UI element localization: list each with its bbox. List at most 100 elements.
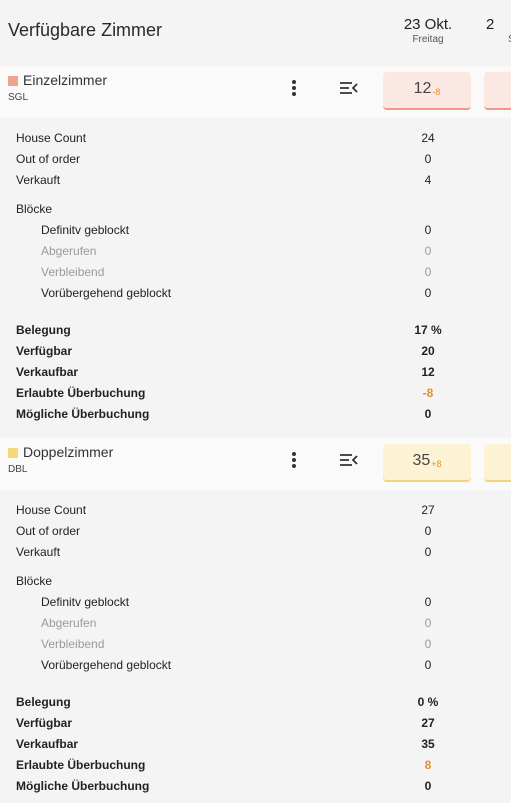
metric-label: Verkauft	[16, 173, 61, 187]
metric-row-verbleibend: Verbleibend 0	[0, 262, 511, 282]
availability-tile[interactable]: 35+8	[383, 444, 471, 482]
available-count: 12	[413, 80, 432, 97]
metric-row-house-count: House Count 27	[0, 500, 511, 520]
metric-row-verbleibend: Verbleibend 0	[0, 634, 511, 654]
metric-row-mögliche-überbuchung: Mögliche Überbuchung 0	[0, 404, 511, 424]
room-code: SGL	[8, 92, 29, 103]
metric-row-abgerufen: Abgerufen 0	[0, 613, 511, 633]
metric-row-belegung: Belegung 0 %	[0, 692, 511, 712]
available-delta: -8	[432, 87, 441, 97]
metric-label: Belegung	[16, 323, 71, 337]
metric-row-verkaufbar: Verkaufbar 12	[0, 362, 511, 382]
metric-value: -8	[422, 386, 434, 400]
room-name: Einzelzimmer	[23, 72, 108, 88]
metric-row-verkauft: Verkauft 0	[0, 542, 511, 562]
metric-row-abgerufen: Abgerufen 0	[0, 241, 511, 261]
metric-label: Blöcke	[16, 202, 53, 216]
metric-row-verfügbar: Verfügbar 27	[0, 713, 511, 733]
metric-label: Verkaufbar	[16, 737, 79, 751]
metric-value: 35	[421, 737, 435, 751]
metric-value: 20	[421, 344, 435, 358]
availability-tile-next-day[interactable]	[484, 444, 511, 482]
metric-value: 0 %	[417, 695, 439, 709]
availability-tile[interactable]: 12-8	[383, 72, 471, 110]
metric-value: 0	[424, 545, 432, 559]
metric-value: 12	[421, 365, 435, 379]
metric-label: Out of order	[16, 152, 81, 166]
metric-value: 0	[424, 407, 432, 421]
more-options-icon[interactable]	[285, 450, 303, 472]
metric-label: Verbleibend	[41, 265, 105, 279]
metric-label: Definitv geblockt	[41, 595, 130, 609]
metric-label: Belegung	[16, 695, 71, 709]
date-label: 23 Okt.	[403, 16, 453, 33]
metric-label: Mögliche Überbuchung	[16, 779, 150, 793]
metric-row-verfügbar: Verfügbar 20	[0, 341, 511, 361]
metric-label: Out of order	[16, 524, 81, 538]
metric-label: Abgerufen	[41, 244, 97, 258]
availability-tile-next-day[interactable]	[484, 72, 511, 110]
metric-label: Abgerufen	[41, 616, 97, 630]
metric-value: 0	[424, 223, 432, 237]
metric-row-blöcke: Blöcke	[0, 199, 511, 219]
date-column-header[interactable]: 23 Okt. Freitag	[383, 16, 473, 45]
metric-row-vorübergehend-geblockt: Vorübergehend geblockt 0	[0, 655, 511, 675]
room-color-swatch	[8, 448, 18, 458]
metric-row-belegung: Belegung 17 %	[0, 320, 511, 340]
collapse-rows-icon[interactable]	[339, 452, 359, 473]
metric-value: 17 %	[414, 323, 442, 337]
weekday-label: S	[486, 34, 511, 45]
weekday-label: Freitag	[412, 34, 444, 45]
metric-row-verkauft: Verkauft 4	[0, 170, 511, 190]
room-header-einzelzimmer: Einzelzimmer SGL 12-8	[0, 66, 511, 118]
metric-label: Erlaubte Überbuchung	[16, 386, 146, 400]
metric-row-verkaufbar: Verkaufbar 35	[0, 734, 511, 754]
metric-label: Mögliche Überbuchung	[16, 407, 150, 421]
metric-label: House Count	[16, 131, 87, 145]
metric-row-erlaubte-überbuchung: Erlaubte Überbuchung -8	[0, 383, 511, 403]
page-title: Verfügbare Zimmer	[8, 20, 163, 40]
metric-row-out-of-order: Out of order 0	[0, 149, 511, 169]
metric-value: 0	[424, 637, 432, 651]
metric-value: 0	[424, 265, 432, 279]
metric-row-definitv-geblockt: Definitv geblockt 0	[0, 220, 511, 240]
metric-label: Verkauft	[16, 545, 61, 559]
metric-label: Verbleibend	[41, 637, 105, 651]
metric-label: Definitv geblockt	[41, 223, 130, 237]
header: Verfügbare Zimmer 23 Okt. Freitag 2 S	[0, 0, 511, 66]
metric-label: Verfügbar	[16, 716, 73, 730]
room-name: Doppelzimmer	[23, 444, 114, 460]
metric-label: Vorübergehend geblockt	[41, 286, 172, 300]
metric-value: 0	[424, 286, 432, 300]
metric-row-mögliche-überbuchung: Mögliche Überbuchung 0	[0, 776, 511, 796]
metric-value: 0	[424, 595, 432, 609]
room-code: DBL	[8, 464, 28, 475]
more-options-icon[interactable]	[285, 78, 303, 100]
metric-value: 24	[421, 131, 435, 145]
room-color-swatch	[8, 76, 18, 86]
metric-row-definitv-geblockt: Definitv geblockt 0	[0, 592, 511, 612]
metric-row-vorübergehend-geblockt: Vorübergehend geblockt 0	[0, 283, 511, 303]
metric-row-blöcke: Blöcke	[0, 571, 511, 591]
metric-row-erlaubte-überbuchung: Erlaubte Überbuchung 8	[0, 755, 511, 775]
metric-value: 0	[424, 244, 432, 258]
metric-row-out-of-order: Out of order 0	[0, 521, 511, 541]
metric-value: 0	[424, 616, 432, 630]
metric-label: Vorübergehend geblockt	[41, 658, 172, 672]
date-label: 2	[486, 16, 495, 33]
available-count: 35	[412, 452, 431, 469]
metric-label: Erlaubte Überbuchung	[16, 758, 146, 772]
metric-value: 27	[421, 716, 435, 730]
metric-label: House Count	[16, 503, 87, 517]
metric-row-house-count: House Count 24	[0, 128, 511, 148]
collapse-rows-icon[interactable]	[339, 80, 359, 101]
metric-value: 0	[424, 779, 432, 793]
metric-label: Verfügbar	[16, 344, 73, 358]
available-delta: +8	[431, 459, 442, 469]
room-header-doppelzimmer: Doppelzimmer DBL 35+8	[0, 438, 511, 490]
metric-value: 0	[424, 152, 432, 166]
metric-value: 27	[421, 503, 435, 517]
date-column-header[interactable]: 2 S	[486, 16, 511, 45]
metric-value: 8	[424, 758, 432, 772]
metric-value: 0	[424, 658, 432, 672]
